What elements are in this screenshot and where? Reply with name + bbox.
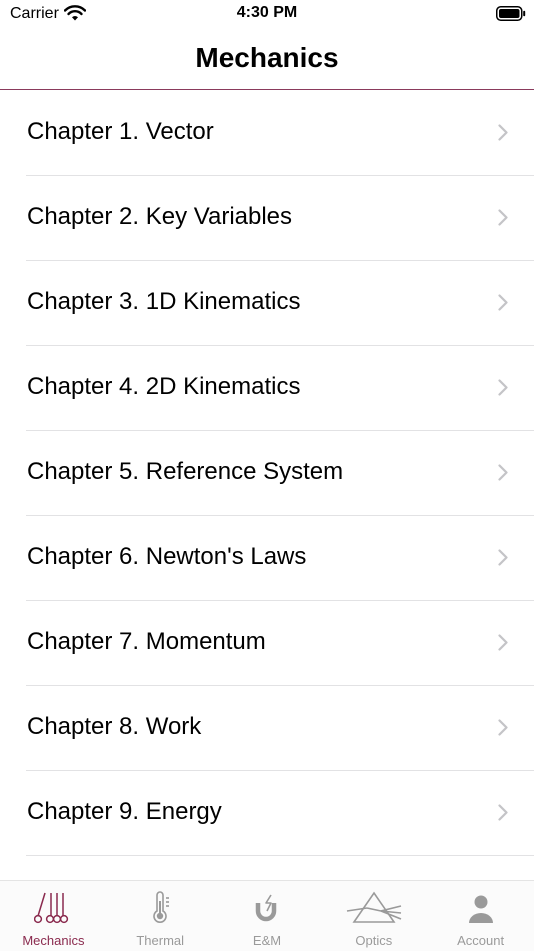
chapter-row[interactable]: Chapter 5. Reference System: [0, 431, 534, 516]
chapter-label: Chapter 8. Work: [27, 713, 202, 740]
chapter-row[interactable]: Chapter 3. 1D Kinematics: [0, 261, 534, 346]
tab-bar: Mechanics Thermal E&M Optics Account: [0, 880, 534, 951]
chevron-right-icon: [498, 294, 508, 316]
chevron-right-icon: [498, 124, 508, 146]
page-title: Mechanics: [195, 42, 339, 73]
chevron-right-icon: [498, 549, 508, 571]
chapter-list: Chapter 1. Vector Chapter 2. Key Variabl…: [0, 91, 534, 856]
chevron-right-icon: [498, 804, 508, 826]
tab-label: E&M: [252, 933, 282, 948]
magnet-icon: [252, 891, 282, 930]
chapter-label: Chapter 3. 1D Kinematics: [27, 288, 301, 315]
chevron-right-icon: [498, 464, 508, 486]
newtons-cradle-icon: [34, 891, 72, 930]
chapter-label: Chapter 7. Momentum: [27, 628, 266, 655]
tab-thermal[interactable]: Thermal: [107, 881, 214, 951]
chapter-row[interactable]: Chapter 6. Newton's Laws: [0, 516, 534, 601]
navigation-bar: Mechanics: [0, 28, 534, 90]
tab-label: Mechanics: [22, 933, 85, 948]
tab-label: Optics: [355, 933, 393, 948]
battery-icon: [496, 6, 526, 26]
chapter-row[interactable]: Chapter 7. Momentum: [0, 601, 534, 686]
chapter-label: Chapter 1. Vector: [27, 118, 214, 145]
tab-label: Thermal: [136, 933, 185, 948]
chevron-right-icon: [498, 719, 508, 741]
chapter-row[interactable]: Chapter 8. Work: [0, 686, 534, 771]
chapter-label: Chapter 6. Newton's Laws: [27, 543, 307, 570]
chapter-row[interactable]: Chapter 2. Key Variables: [0, 176, 534, 261]
tab-optics[interactable]: Optics: [320, 881, 427, 951]
chapter-label: Chapter 9. Energy: [27, 798, 222, 825]
chapter-row[interactable]: Chapter 1. Vector: [0, 91, 534, 176]
chapter-label: Chapter 4. 2D Kinematics: [27, 373, 301, 400]
chevron-right-icon: [498, 634, 508, 656]
chapter-label: Chapter 5. Reference System: [27, 458, 344, 485]
tab-label: Account: [457, 933, 505, 948]
chapter-row[interactable]: Chapter 4. 2D Kinematics: [0, 346, 534, 431]
chevron-right-icon: [498, 379, 508, 401]
status-time: 4:30 PM: [236, 4, 298, 21]
chevron-right-icon: [498, 209, 508, 231]
status-bar: Carrier 4:30 PM: [0, 0, 534, 28]
tab-account[interactable]: Account: [427, 881, 534, 951]
tab-em[interactable]: E&M: [214, 881, 321, 951]
tab-mechanics[interactable]: Mechanics: [0, 881, 107, 951]
chapter-row[interactable]: Chapter 9. Energy: [0, 771, 534, 856]
chapter-label: Chapter 2. Key Variables: [27, 203, 293, 230]
thermometer-icon: [145, 891, 175, 930]
person-icon: [466, 891, 496, 930]
prism-icon: [345, 891, 403, 930]
